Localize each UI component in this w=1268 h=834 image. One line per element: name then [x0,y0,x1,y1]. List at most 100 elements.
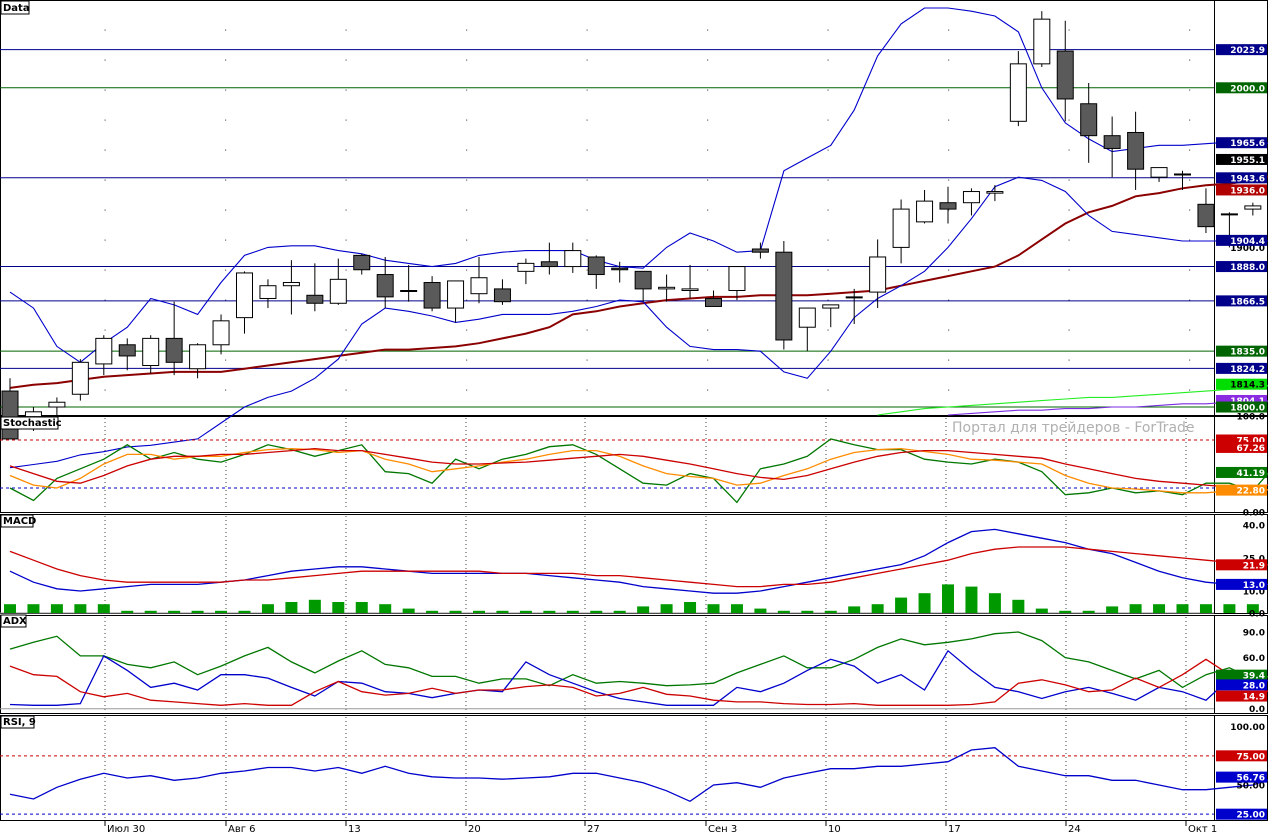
grid-dot [586,179,588,181]
grid-dot [345,179,347,181]
macd-histogram-bar [1059,610,1072,613]
grid-dot [104,119,106,121]
candle-body [540,261,558,268]
x-tick-label: 24 [1068,824,1081,834]
grid-dot [466,209,468,211]
panel-frame [0,514,1268,614]
macd-histogram-bar [1153,604,1166,613]
grid-dot [225,209,227,211]
candle-body [1,390,19,440]
grid-dot [225,59,227,61]
candle-body [118,344,136,357]
grid-dot [1189,29,1191,31]
macd-histogram-bar [261,604,274,613]
grid-dot [948,389,950,391]
macd-histogram-bar [1176,604,1189,613]
grid-dot [225,179,227,181]
grid-dot [1189,329,1191,331]
grid-dot [345,329,347,331]
candle-body [1103,135,1121,149]
grid-dot [225,89,227,91]
indicator-tag-text: 56.76 [1237,774,1265,784]
macd-histogram-bar [144,610,157,613]
macd-histogram-bar [97,604,110,613]
price-tag-text: 1835.0 [1230,348,1265,358]
grid-dot [827,149,829,151]
macd-histogram-bar [74,604,87,613]
candle-body [142,337,160,367]
grid-dot [225,239,227,241]
macd-histogram-bar [543,610,556,613]
grid-dot [707,29,709,31]
macd-histogram-bar [777,610,790,613]
x-tick-label: Авг 6 [228,824,256,834]
grid-dot [586,359,588,361]
price-tag-text: 1955.1 [1230,156,1265,166]
grid-dot [1068,29,1070,31]
macd-histogram-bar [1082,610,1095,613]
candle-body [705,297,722,307]
candle-body [892,208,910,248]
grid-dot [586,269,588,271]
x-tick-label: 20 [468,824,481,834]
grid-dot [1189,59,1191,61]
grid-dot [225,29,227,31]
grid-dot [345,269,347,271]
price-tag-text: 2023.9 [1230,46,1265,56]
panel-title-data: Data [0,0,30,15]
indicator-tag-text: 21.9 [1243,561,1265,571]
panel-title-stochastic: Stochastic [0,416,62,430]
macd-histogram-bar [402,608,415,613]
grid-dot [707,269,709,271]
macd-histogram-bar [613,610,626,613]
candle-body [517,262,535,272]
grid-dot [707,59,709,61]
grid-dot [827,359,829,361]
grid-dot [466,329,468,331]
candle-body [423,282,441,309]
grid-dot [345,89,347,91]
grid-dot [345,209,347,211]
x-tick-label: Окт 1 [1188,824,1217,834]
macd-histogram-bar [355,602,368,613]
grid-dot [1189,269,1191,271]
grid-dot [345,359,347,361]
grid-dot [586,329,588,331]
panel-title-macd: MACD [0,514,36,528]
grid-dot [827,329,829,331]
candle-body [165,337,183,363]
price-tag-text: 1943.6 [1230,174,1265,184]
candle-body [751,248,769,253]
macd-histogram-bar [754,608,767,613]
grid-dot [827,89,829,91]
macd-histogram-bar [730,604,743,613]
candle-body [1080,103,1098,137]
x-tick-label: 17 [948,824,961,834]
watermark: Портал для трейдеров - ForTrade [952,420,1195,436]
grid-dot [586,239,588,241]
macd-histogram-bar [824,610,837,613]
grid-dot [1189,359,1191,361]
grid-dot [1189,149,1191,151]
grid-dot [225,119,227,121]
price-tag-text: 1824.2 [1230,365,1265,375]
candle-body [1197,203,1215,228]
macd-histogram-bar [1106,606,1119,613]
candle-body [189,344,207,370]
candle-body [400,290,418,292]
candle-body [986,191,1004,194]
price-tag-text: 1814.3 [1230,381,1265,391]
price-tag-text: 2000.0 [1230,84,1265,94]
grid-dot [948,149,950,151]
grid-dot [827,239,829,241]
grid-dot [466,149,468,151]
grid-dot [707,389,709,391]
grid-dot [586,89,588,91]
grid-dot [948,359,950,361]
x-tick-label: Июл 30 [107,824,145,834]
macd-histogram-bar [27,604,40,613]
scale-label: 90.0 [1243,629,1265,639]
macd-histogram-bar [660,604,673,613]
grid-dot [466,359,468,361]
macd-histogram-bar [238,610,251,613]
